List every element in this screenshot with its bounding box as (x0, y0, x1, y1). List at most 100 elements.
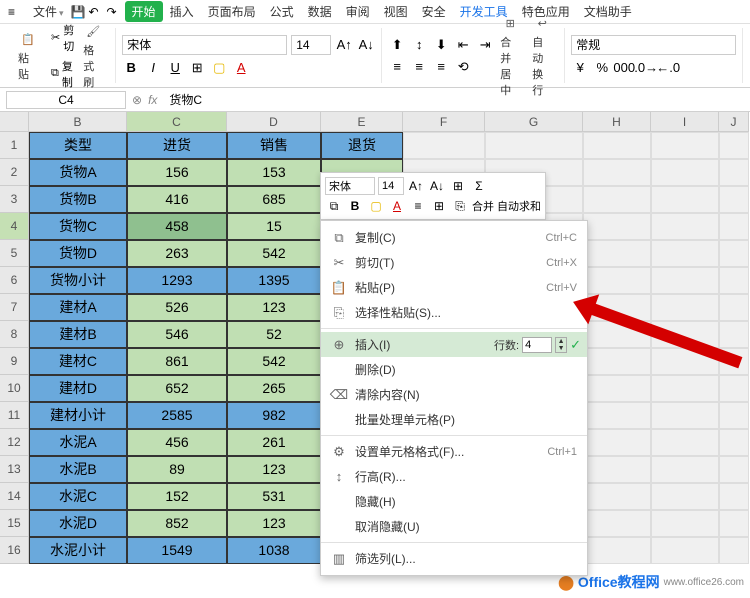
ctx-insert[interactable]: ⊕ 插入(I) 行数: ▲▼ ✓ (321, 332, 587, 357)
mini-border-icon[interactable]: ⊞ (430, 197, 448, 215)
cell[interactable] (583, 240, 651, 267)
mini-fill-icon[interactable]: ▢ (367, 197, 385, 215)
cell[interactable] (583, 456, 651, 483)
mini-fontcolor-icon[interactable]: A (388, 197, 406, 215)
row-header[interactable]: 2 (0, 159, 29, 186)
align-middle-icon[interactable]: ↕ (410, 36, 428, 54)
cell[interactable] (651, 240, 719, 267)
cell[interactable] (651, 213, 719, 240)
menu-home[interactable]: 开始 (125, 1, 163, 22)
cell[interactable]: 建材C (29, 348, 127, 375)
mini-merge-icon[interactable]: ⊞ (449, 177, 467, 195)
cell[interactable]: 263 (127, 240, 227, 267)
insert-rows-input[interactable] (522, 337, 552, 353)
menu-file[interactable]: 文件▾ (26, 1, 71, 22)
cell[interactable]: 水泥A (29, 429, 127, 456)
cell[interactable] (719, 132, 749, 159)
fx-icon[interactable]: fx (148, 93, 157, 107)
cell[interactable] (583, 267, 651, 294)
cell[interactable]: 进货 (127, 132, 227, 159)
cell[interactable] (583, 375, 651, 402)
cell[interactable] (719, 537, 749, 564)
fill-color-icon[interactable]: ▢ (210, 59, 228, 77)
app-menu-icon[interactable]: ≡ (8, 5, 22, 19)
cell[interactable]: 153 (227, 159, 321, 186)
menu-layout[interactable]: 页面布局 (201, 1, 263, 22)
cell[interactable] (651, 456, 719, 483)
row-header[interactable]: 12 (0, 429, 29, 456)
cell[interactable] (719, 240, 749, 267)
cell[interactable]: 852 (127, 510, 227, 537)
row-header[interactable]: 16 (0, 537, 29, 564)
cell[interactable] (651, 429, 719, 456)
col-header-B[interactable]: B (29, 112, 127, 132)
ctx-unhide[interactable]: 取消隐藏(U) (321, 514, 587, 539)
mini-sum-label[interactable]: 自动求和 (497, 197, 541, 215)
formula-bar[interactable]: 货物C (163, 89, 750, 110)
undo-icon[interactable]: ↶ (89, 5, 103, 19)
cell[interactable]: 861 (127, 348, 227, 375)
cell[interactable]: 1395 (227, 267, 321, 294)
cell[interactable] (719, 294, 749, 321)
cell[interactable]: 类型 (29, 132, 127, 159)
format-painter-button[interactable]: 🖌 格式刷 (77, 20, 109, 92)
cell[interactable] (719, 186, 749, 213)
cell[interactable]: 货物小计 (29, 267, 127, 294)
cell[interactable]: 货物C (29, 213, 127, 240)
cell[interactable] (651, 294, 719, 321)
cell[interactable]: 52 (227, 321, 321, 348)
cell[interactable] (651, 537, 719, 564)
ctx-filter[interactable]: ▥筛选列(L)... (321, 546, 587, 571)
ctx-clear[interactable]: ⌫清除内容(N) (321, 382, 587, 407)
mini-bold-icon[interactable]: B (346, 197, 364, 215)
decimal-dec-icon[interactable]: ←.0 (659, 59, 677, 77)
ctx-paste[interactable]: 📋粘贴(P)Ctrl+V (321, 275, 587, 300)
menu-view[interactable]: 视图 (377, 1, 415, 22)
save-icon[interactable]: 💾 (71, 5, 85, 19)
menu-dochelper[interactable]: 文档助手 (577, 1, 639, 22)
mini-font-select[interactable] (325, 177, 375, 195)
row-header[interactable]: 14 (0, 483, 29, 510)
select-all-corner[interactable] (0, 112, 29, 132)
indent-dec-icon[interactable]: ⇤ (454, 36, 472, 54)
row-header[interactable]: 9 (0, 348, 29, 375)
cell[interactable] (583, 213, 651, 240)
cell[interactable] (719, 456, 749, 483)
cell[interactable]: 货物D (29, 240, 127, 267)
cell[interactable]: 652 (127, 375, 227, 402)
cell[interactable]: 542 (227, 240, 321, 267)
percent-icon[interactable]: % (593, 59, 611, 77)
ctx-cut[interactable]: ✂剪切(T)Ctrl+X (321, 250, 587, 275)
cell[interactable] (719, 375, 749, 402)
ctx-delete[interactable]: 删除(D) (321, 357, 587, 382)
align-right-icon[interactable]: ≡ (432, 58, 450, 76)
mini-align-icon[interactable]: ≡ (409, 197, 427, 215)
cell[interactable] (583, 510, 651, 537)
copy-button[interactable]: ⧉复制 (48, 57, 77, 91)
mini-sum-icon[interactable]: Σ (470, 177, 488, 195)
cell[interactable]: 水泥D (29, 510, 127, 537)
cell[interactable]: 建材小计 (29, 402, 127, 429)
cell[interactable] (719, 429, 749, 456)
row-header[interactable]: 11 (0, 402, 29, 429)
indent-inc-icon[interactable]: ⇥ (476, 36, 494, 54)
name-box[interactable] (6, 91, 126, 109)
cell[interactable]: 152 (127, 483, 227, 510)
mini-format-icon[interactable]: ⧉ (325, 197, 343, 215)
currency-icon[interactable]: ¥ (571, 59, 589, 77)
col-header-J[interactable]: J (719, 112, 749, 132)
cell[interactable] (583, 132, 651, 159)
mini-size-select[interactable] (378, 177, 404, 195)
cell[interactable]: 261 (227, 429, 321, 456)
cell[interactable]: 526 (127, 294, 227, 321)
cell[interactable] (583, 348, 651, 375)
row-header[interactable]: 1 (0, 132, 29, 159)
row-header[interactable]: 15 (0, 510, 29, 537)
cell[interactable]: 123 (227, 510, 321, 537)
cell[interactable]: 1038 (227, 537, 321, 564)
row-header[interactable]: 8 (0, 321, 29, 348)
cell[interactable] (719, 213, 749, 240)
stepper-buttons[interactable]: ▲▼ (555, 337, 567, 353)
paste-button[interactable]: 📋 粘贴 (12, 28, 44, 84)
mini-inc-font-icon[interactable]: A↑ (407, 177, 425, 195)
